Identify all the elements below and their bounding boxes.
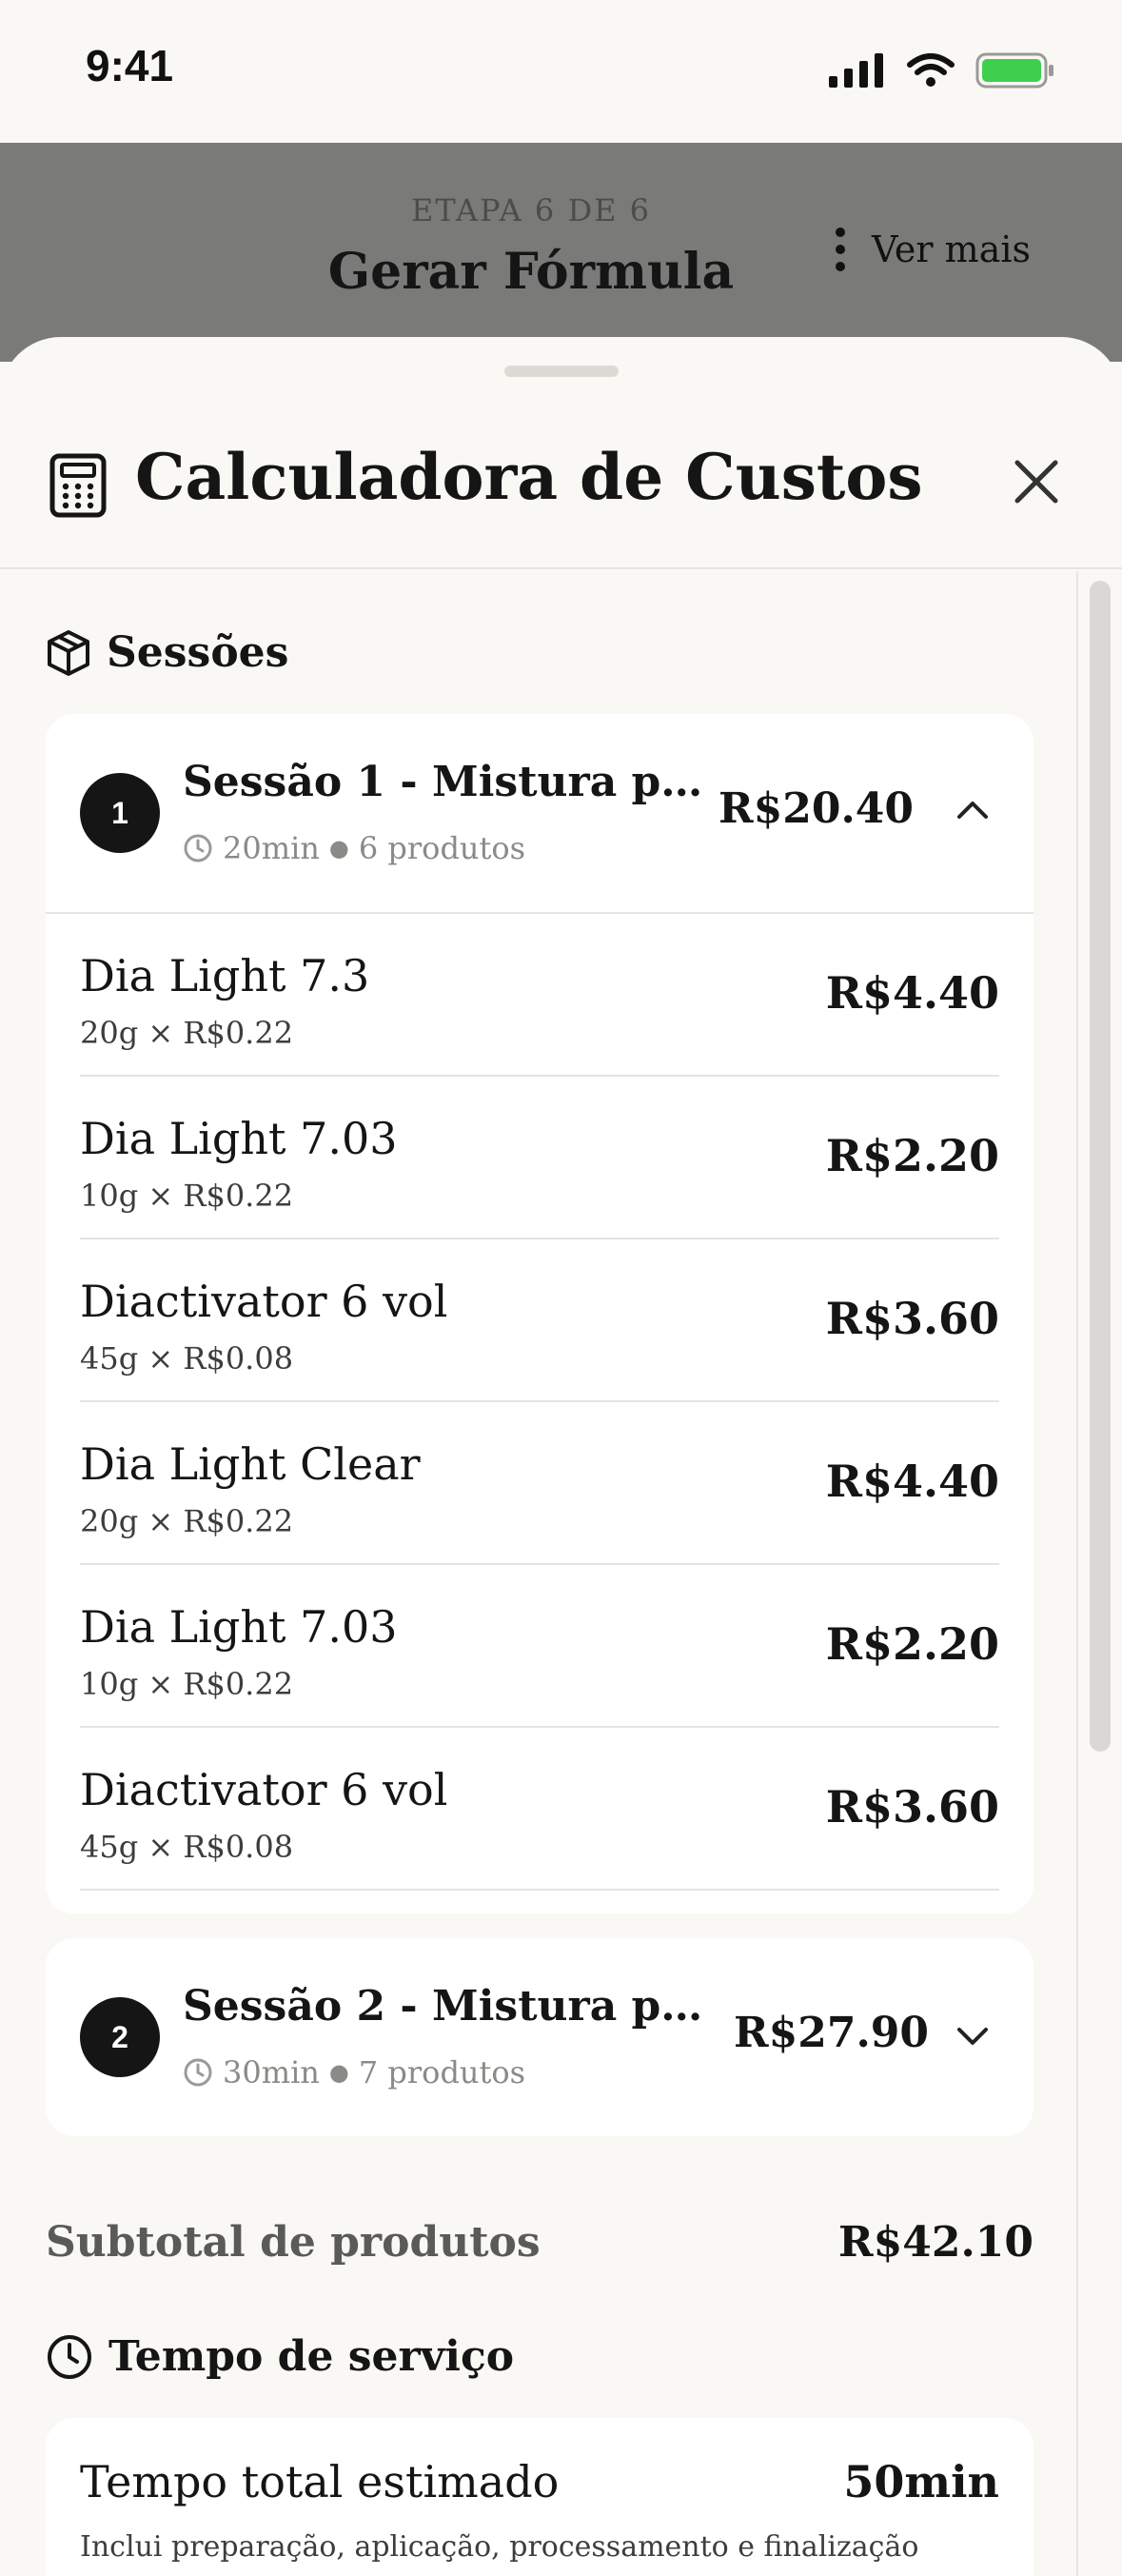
product-row: Diactivator 6 vol 45g × R$0.08 R$3.60: [80, 1239, 999, 1402]
product-row: Diactivator 6 vol 45g × R$0.08 R$3.60: [80, 1728, 999, 1891]
product-detail: 45g × R$0.08: [80, 1340, 294, 1377]
sheet-content: Sessões 1 Sessão 1 - Mistura para ... 20…: [0, 571, 1075, 2576]
clock-icon: [48, 2334, 91, 2379]
clock-icon: [184, 2058, 212, 2087]
step-indicator: ETAPA 6 DE 6: [410, 192, 651, 228]
close-icon: [1014, 460, 1058, 504]
product-row: Dia Light Clear 20g × R$0.22 R$4.40: [80, 1402, 999, 1565]
service-time-heading-label: Tempo de serviço: [108, 2332, 515, 2381]
product-price: R$4.40: [825, 967, 999, 1019]
session-duration: 20min: [223, 830, 320, 866]
product-name: Dia Light 7.03: [80, 1113, 398, 1164]
product-price: R$4.40: [825, 1456, 999, 1507]
session-product-count: 7 produtos: [358, 2054, 526, 2091]
subtotal-value: R$42.10: [838, 2218, 1033, 2267]
session-header[interactable]: 2 Sessão 2 - Mistura para ... 30min ● 7 …: [46, 1938, 1033, 2136]
service-time-heading: Tempo de serviço: [46, 2332, 514, 2381]
meta-separator: ●: [328, 2059, 349, 2086]
battery-icon: [975, 52, 1053, 89]
session-card: 1 Sessão 1 - Mistura para ... 20min ● 6 …: [46, 714, 1033, 1913]
session-title: Sessão 2 - Mistura para ...: [183, 1982, 716, 2031]
session-header[interactable]: 1 Sessão 1 - Mistura para ... 20min ● 6 …: [46, 714, 1033, 914]
session-title: Sessão 1 - Mistura para ...: [183, 758, 716, 806]
sessions-heading: Sessões: [46, 628, 288, 677]
session-price: R$27.90: [734, 2009, 929, 2057]
sheet-grabber[interactable]: [504, 366, 619, 377]
chevron-up-icon[interactable]: [952, 788, 994, 830]
package-icon: [48, 629, 89, 676]
sessions-heading-label: Sessões: [107, 628, 289, 677]
product-price: R$3.60: [825, 1781, 999, 1833]
product-name: Diactivator 6 vol: [80, 1276, 448, 1327]
wifi-icon: [907, 53, 955, 87]
service-time-label: Tempo total estimado: [80, 2456, 560, 2507]
product-row: Dia Light 7.03 10g × R$0.22 R$2.20: [80, 1077, 999, 1239]
chevron-down-icon[interactable]: [952, 2016, 994, 2058]
product-name: Dia Light Clear: [80, 1438, 421, 1490]
session-duration: 30min: [223, 2054, 320, 2091]
service-time-card: Tempo total estimado 50min Inclui prepar…: [46, 2418, 1033, 2576]
more-button-label: Ver mais: [871, 228, 1031, 270]
status-icons: [829, 52, 1055, 89]
product-price: R$3.60: [825, 1293, 999, 1344]
product-detail: 20g × R$0.22: [80, 1015, 294, 1051]
more-vertical-icon: [835, 228, 845, 271]
product-name: Dia Light 7.3: [80, 950, 370, 1001]
sheet-header: Calculadora de Custos: [0, 394, 1122, 569]
session-card: 2 Sessão 2 - Mistura para ... 30min ● 7 …: [46, 1938, 1033, 2136]
session-meta: 30min ● 7 produtos: [183, 2054, 525, 2091]
session-number-badge: 2: [80, 1997, 160, 2077]
product-detail: 10g × R$0.22: [80, 1666, 294, 1702]
product-detail: 20g × R$0.22: [80, 1503, 294, 1539]
service-time-value: 50min: [843, 2456, 999, 2507]
session-product-count: 6 produtos: [358, 830, 526, 866]
service-time-note: Inclui preparação, aplicação, processame…: [80, 2530, 919, 2564]
sheet-title: Calculadora de Custos: [135, 440, 923, 514]
cost-calculator-sheet: Calculadora de Custos Sessões 1 Sessão 1…: [0, 337, 1122, 2576]
close-button[interactable]: [1008, 453, 1065, 510]
product-name: Dia Light 7.03: [80, 1601, 398, 1653]
session-meta: 20min ● 6 produtos: [183, 830, 525, 866]
product-detail: 10g × R$0.22: [80, 1178, 294, 1214]
clock-icon: [184, 834, 212, 862]
status-time: 9:41: [86, 41, 174, 90]
cellular-signal-icon: [829, 53, 883, 88]
product-row: Dia Light 7.03 10g × R$0.22 R$2.20: [80, 1565, 999, 1728]
more-button[interactable]: Ver mais: [834, 227, 1031, 272]
session-price: R$20.40: [718, 784, 914, 833]
scrollbar-thumb[interactable]: [1090, 581, 1111, 1752]
meta-separator: ●: [328, 835, 349, 862]
product-price: R$2.20: [825, 1618, 999, 1670]
step-header: ETAPA 6 DE 6 Gerar Fórmula Ver mais: [0, 143, 1122, 362]
product-price: R$2.20: [825, 1130, 999, 1181]
product-row: Dia Light 7.3 20g × R$0.22 R$4.40: [80, 914, 999, 1077]
status-bar: 9:41: [0, 0, 1122, 143]
session-number-badge: 1: [80, 773, 160, 853]
calculator-icon: [49, 453, 107, 518]
product-name: Diactivator 6 vol: [80, 1764, 448, 1815]
product-detail: 45g × R$0.08: [80, 1829, 294, 1865]
scrollbar[interactable]: [1076, 571, 1122, 2576]
subtotal-label: Subtotal de produtos: [46, 2218, 541, 2267]
